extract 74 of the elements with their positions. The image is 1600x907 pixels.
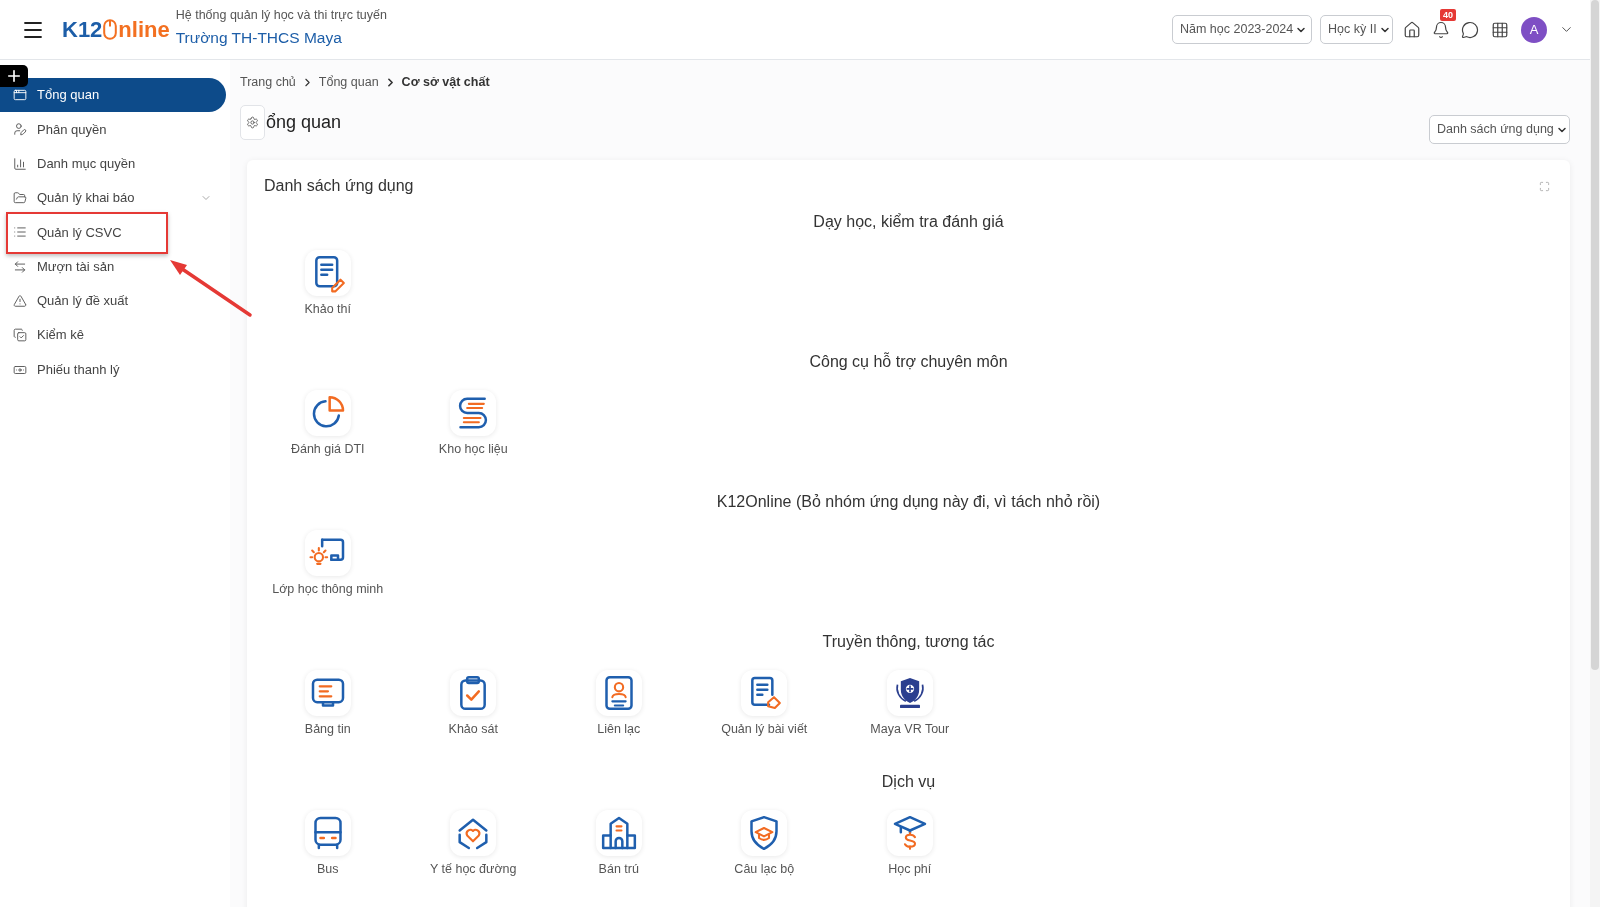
- document-pen-icon: [304, 250, 351, 296]
- user-avatar[interactable]: A: [1521, 16, 1547, 43]
- swap-arrows-icon: [13, 259, 27, 274]
- page-title: ổng quan: [266, 111, 342, 134]
- plus-icon: [5, 67, 23, 85]
- app-shortcut[interactable]: Bán trú: [546, 810, 692, 877]
- app-shortcut[interactable]: Lớp học thông minh: [255, 530, 401, 597]
- sidebar-item[interactable]: Phân quyền: [0, 112, 226, 147]
- school-name: Trường TH-THCS Maya: [175, 27, 343, 48]
- monitor-lines-icon: [304, 670, 351, 716]
- user-pen-icon: [13, 122, 27, 137]
- term-select[interactable]: Học kỳ II: [1320, 15, 1393, 44]
- app-shortcut[interactable]: Khảo sát: [400, 670, 546, 737]
- pie-chart-icon: [304, 390, 351, 436]
- bus-icon: [304, 810, 351, 856]
- app-shortcut[interactable]: Y tế học đường: [400, 810, 546, 877]
- app-shortcut[interactable]: Học phí: [837, 810, 983, 877]
- sidebar-item[interactable]: Quản lý CSVC: [0, 215, 226, 250]
- cap-dollar-icon: [886, 810, 933, 856]
- sidebar-item[interactable]: Phiếu thanh lý: [0, 352, 226, 387]
- chat-icon[interactable]: [1461, 20, 1479, 39]
- sidebar-item[interactable]: Tổng quan: [0, 78, 226, 113]
- sidebar-item[interactable]: Kiểm kê: [0, 318, 226, 353]
- list-icon: [13, 225, 27, 240]
- app-shortcut[interactable]: Quản lý bài viết: [691, 670, 837, 737]
- settings-button[interactable]: [240, 105, 265, 140]
- copy-check-icon: [13, 328, 27, 343]
- sidebar-item[interactable]: Mượn tài sản: [0, 249, 226, 284]
- bell-icon[interactable]: [1432, 20, 1450, 39]
- app-shortcut[interactable]: Liên lạc: [546, 670, 692, 737]
- sidebar-item[interactable]: Quản lý đề xuất: [0, 283, 226, 319]
- year-select[interactable]: Năm học 2023-2024: [1172, 15, 1312, 44]
- warning-icon: [13, 293, 27, 308]
- window-icon: [13, 88, 27, 103]
- breadcrumb-link[interactable]: Cơ sở vật chất: [401, 72, 490, 92]
- card-title: Danh sách ứng dụng: [264, 176, 414, 196]
- building-icon: [595, 810, 642, 856]
- app-shortcut[interactable]: Khảo thí: [255, 250, 401, 317]
- section-heading: Dịch vụ: [880, 772, 937, 792]
- logo-text: K12: [62, 18, 103, 41]
- shield-cap-icon: [741, 810, 788, 856]
- app-subtitle: Hệ thống quản lý học và thi trực tuyến: [175, 6, 387, 24]
- apps-grid-icon[interactable]: [1491, 20, 1509, 39]
- folder-icon: [13, 191, 27, 206]
- section-heading: Công cụ hỗ trợ chuyên môn: [808, 352, 1009, 372]
- stacked-lines-icon: [450, 390, 497, 436]
- app-shortcut[interactable]: Bus: [255, 810, 401, 877]
- section-heading: Dạy học, kiểm tra đánh giá: [812, 212, 1005, 232]
- app-shortcut[interactable]: Maya VR Tour: [837, 670, 983, 737]
- section-heading: Truyền thông, tương tác: [821, 632, 996, 652]
- id-card-icon: [595, 670, 642, 716]
- add-button[interactable]: [0, 65, 28, 87]
- app-shortcut[interactable]: Câu lạc bộ: [691, 810, 837, 877]
- mouse-icon: [103, 19, 118, 40]
- scrollbar-thumb[interactable]: [1591, 0, 1599, 670]
- breadcrumb-link[interactable]: Tổng quan: [318, 72, 379, 92]
- app-shortcut[interactable]: Đánh giá DTI: [255, 390, 401, 457]
- home-icon[interactable]: [1403, 20, 1421, 39]
- breadcrumb-link[interactable]: Trang chủ: [240, 72, 296, 92]
- section-heading: K12Online (Bỏ nhóm ứng dụng này đi, vì tách nhỏ rồi): [715, 492, 1102, 512]
- settings-icon: [246, 116, 259, 129]
- app-shortcut[interactable]: Bảng tin: [255, 670, 401, 737]
- document-nib-icon: [741, 670, 788, 716]
- logo-text: nline: [118, 18, 170, 41]
- app-shortcut[interactable]: Kho học liệu: [400, 390, 546, 457]
- house-heart-icon: [450, 810, 497, 856]
- clipboard-check-icon: [450, 670, 497, 716]
- sidebar-item[interactable]: Danh mục quyền: [0, 146, 226, 181]
- notification-badge: 40: [1440, 8, 1456, 21]
- bar-chart-icon: [13, 156, 27, 171]
- sidebar-item[interactable]: Quản lý khai báo: [0, 180, 226, 216]
- crest-icon: [886, 670, 933, 716]
- view-select[interactable]: Danh sách ứng dụng: [1429, 115, 1570, 144]
- screen-bulb-icon: [304, 530, 351, 576]
